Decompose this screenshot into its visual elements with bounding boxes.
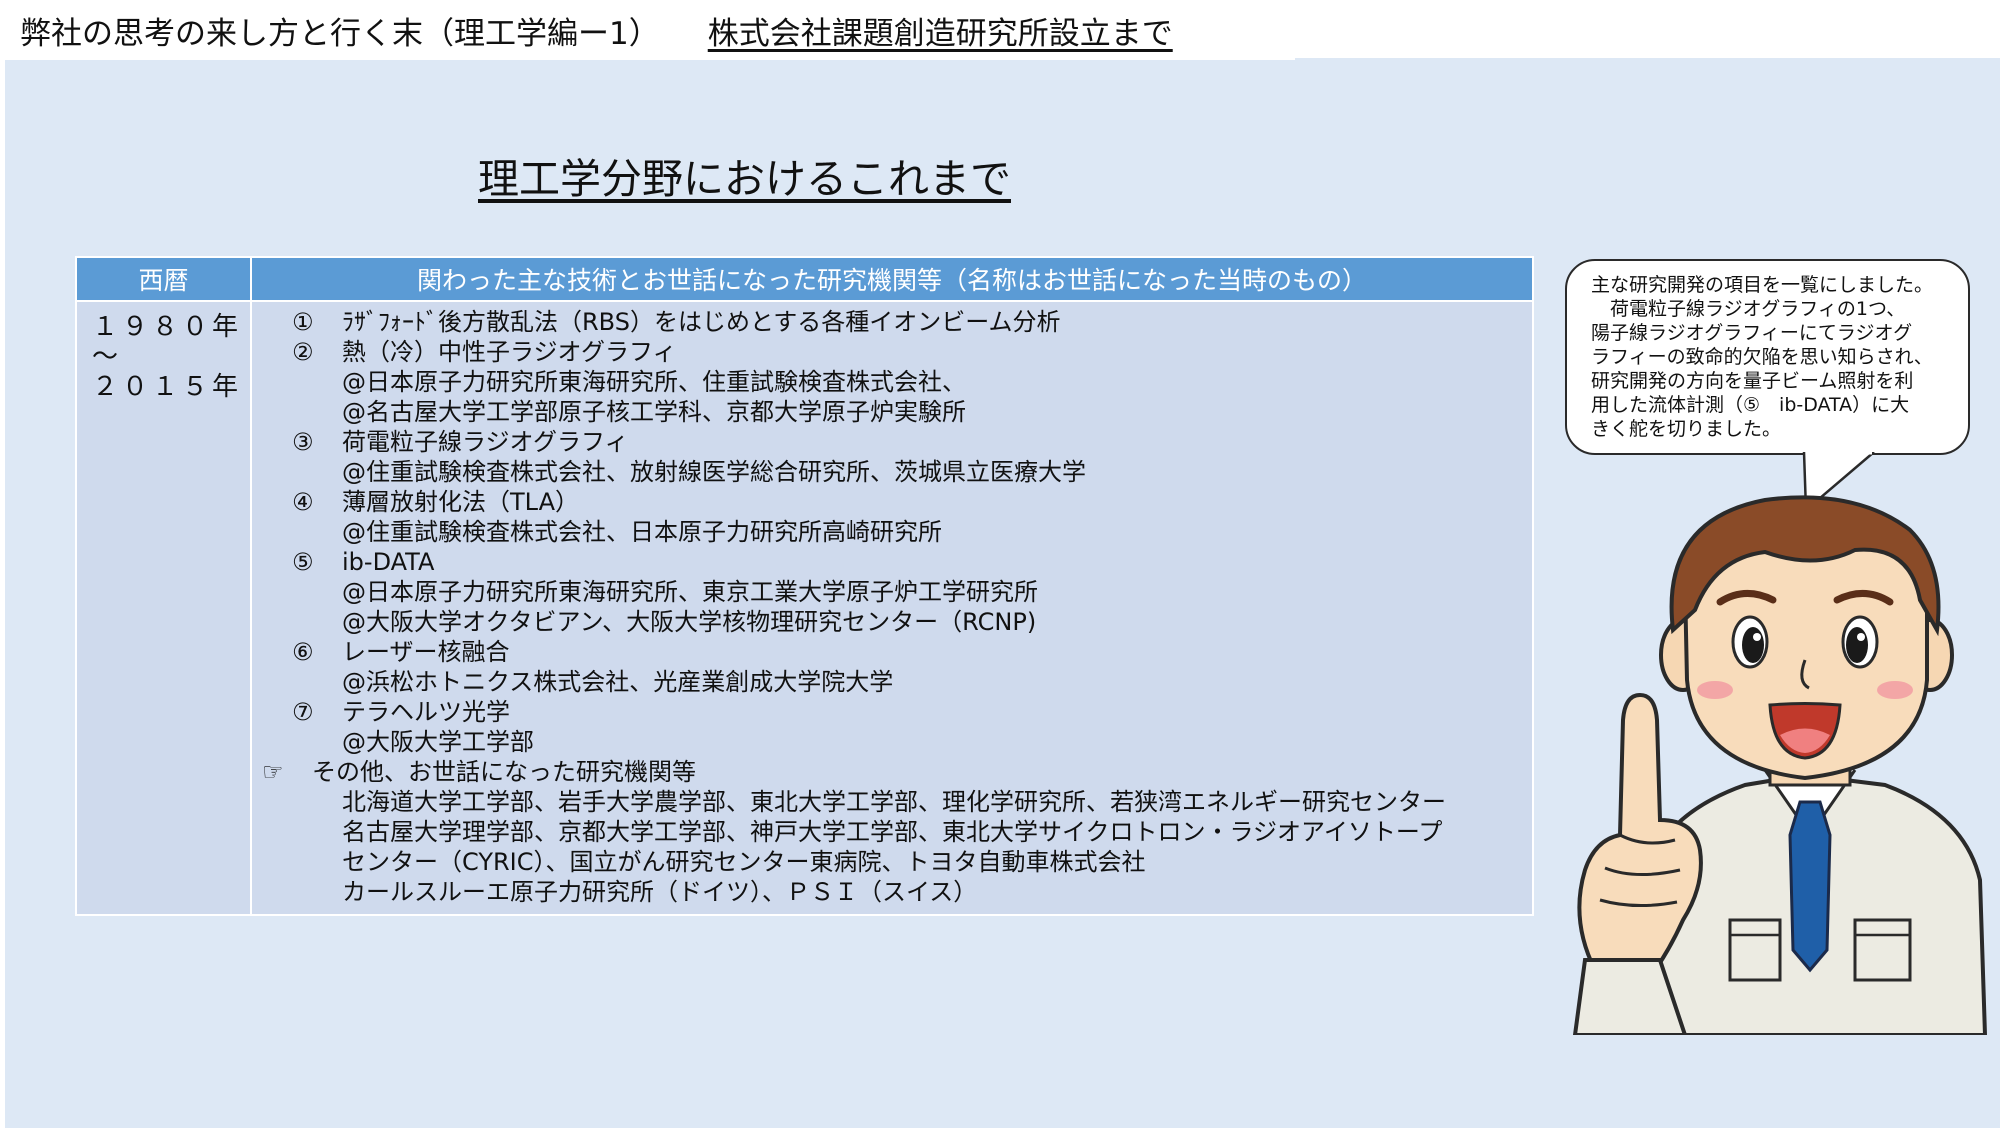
other-line: センター（CYRIC）、国立がん研究センター東病院、トヨタ自動車株式会社 (342, 848, 1146, 876)
item-org: @名古屋大学工学部原子核工学科、京都大学原子炉実験所 (342, 398, 966, 426)
item-title: 薄層放射化法（TLA） (342, 488, 579, 516)
speech-line: 陽子線ラジオグラフィーにてラジオグ (1591, 322, 1913, 344)
speech-line: ラフィーの致命的欠陥を思い知らされ、 (1591, 346, 1933, 368)
section-heading: 理工学分野におけるこれまで (478, 155, 1011, 203)
pointing-hand-icon: ☞ (262, 758, 284, 786)
year-cell: １９８０年 ～ ２０１５年 (75, 300, 252, 916)
item-number: ⑤ (292, 548, 314, 576)
speech-line: 用した流体計測（⑤ ib-DATA）に大 (1591, 394, 1910, 416)
year-start: １９８０年 (92, 312, 243, 342)
list-item: ⑥ レーザー核融合 (292, 637, 1532, 667)
list-item: ② 熱（冷）中性子ラジオグラフィ (292, 337, 1532, 367)
tech-cell: ① ﾗｻﾞﾌｫｰﾄﾞ後方散乱法（RBS）をはじめとする各種イオンビーム分析 ② 熱（… (250, 300, 1534, 916)
item-org: @日本原子力研究所東海研究所、東京工業大学原子炉工学研究所 (342, 578, 1038, 606)
speech-line: 荷電粒子線ラジオグラフィの1つ、 (1591, 298, 1906, 320)
list-item: ③ 荷電粒子線ラジオグラフィ (292, 427, 1532, 457)
item-org: @日本原子力研究所東海研究所、住重試験検査株式会社、 (342, 368, 966, 396)
column-header-year: 西暦 (75, 256, 252, 302)
item-number: ② (292, 338, 314, 366)
other-line: 北海道大学工学部、岩手大学農学部、東北大学工学部、理化学研究所、若狭湾エネルギー… (342, 788, 1446, 816)
year-end: ２０１５年 (92, 372, 243, 402)
other-heading: ☞ その他、お世話になった研究機関等 (262, 757, 1532, 787)
item-org: @浜松ホトニクス株式会社、光産業創成大学院大学 (342, 668, 894, 696)
item-title: レーザー核融合 (342, 638, 510, 666)
speech-line: 研究開発の方向を量子ビーム照射を利 (1591, 370, 1914, 392)
list-item: ① ﾗｻﾞﾌｫｰﾄﾞ後方散乱法（RBS）をはじめとする各種イオンビーム分析 (292, 307, 1532, 337)
table-row: １９８０年 ～ ２０１５年 ① ﾗｻﾞﾌｫｰﾄﾞ後方散乱法（RBS）をはじめとする… (75, 300, 1534, 916)
title-bar: 弊社の思考の来し方と行く末（理工学編ー1） 株式会社課題創造研究所設立まで (0, 0, 1295, 60)
item-number: ① (292, 308, 314, 336)
other-line: 名古屋大学理学部、京都大学工学部、神戸大学工学部、東北大学サイクロトロン・ラジオ… (342, 818, 1443, 846)
item-org: @住重試験検査株式会社、放射線医学総合研究所、茨城県立医療大学 (342, 458, 1086, 486)
item-number: ⑥ (292, 638, 314, 666)
list-item: ④ 薄層放射化法（TLA） (292, 487, 1532, 517)
column-header-tech: 関わった主な技術とお世話になった研究機関等（名称はお世話になった当時のもの） (250, 256, 1534, 302)
other-line: カールスルーエ原子力研究所（ドイツ）、ＰＳＩ（スイス） (342, 878, 978, 906)
page-title: 弊社の思考の来し方と行く末（理工学編ー1） (20, 15, 660, 52)
item-org: @住重試験検査株式会社、日本原子力研究所高崎研究所 (342, 518, 942, 546)
other-title: その他、お世話になった研究機関等 (312, 758, 696, 786)
item-title: 荷電粒子線ラジオグラフィ (342, 428, 629, 456)
item-org: @大阪大学工学部 (342, 728, 534, 756)
item-title: ﾗｻﾞﾌｫｰﾄﾞ後方散乱法（RBS）をはじめとする各種イオンビーム分析 (342, 308, 1061, 336)
speech-bubble: 主な研究開発の項目を一覧にしました。 荷電粒子線ラジオグラフィの1つ、 陽子線ラ… (1565, 259, 1970, 455)
presenter-character-icon (1572, 495, 1988, 1035)
table-header-row: 西暦 関わった主な技術とお世話になった研究機関等（名称はお世話になった当時のもの… (75, 256, 1534, 302)
list-item: ⑤ ib-DATA (292, 547, 1532, 577)
history-table: 西暦 関わった主な技術とお世話になった研究機関等（名称はお世話になった当時のもの… (75, 256, 1534, 916)
speech-line: きく舵を切りました。 (1591, 418, 1782, 440)
list-item: ⑦ テラヘルツ光学 (292, 697, 1532, 727)
speech-line: 主な研究開発の項目を一覧にしました。 (1591, 274, 1934, 296)
item-title: 熱（冷）中性子ラジオグラフィ (342, 338, 677, 366)
item-number: ④ (292, 488, 314, 516)
item-org: @大阪大学オクタビアン、大阪大学核物理研究センター（RCNP) (342, 608, 1037, 636)
year-separator: ～ (92, 342, 123, 372)
item-number: ⑦ (292, 698, 314, 726)
item-title: ib-DATA (342, 548, 435, 576)
item-title: テラヘルツ光学 (342, 698, 510, 726)
page-subtitle: 株式会社課題創造研究所設立まで (707, 15, 1173, 52)
item-number: ③ (292, 428, 314, 456)
